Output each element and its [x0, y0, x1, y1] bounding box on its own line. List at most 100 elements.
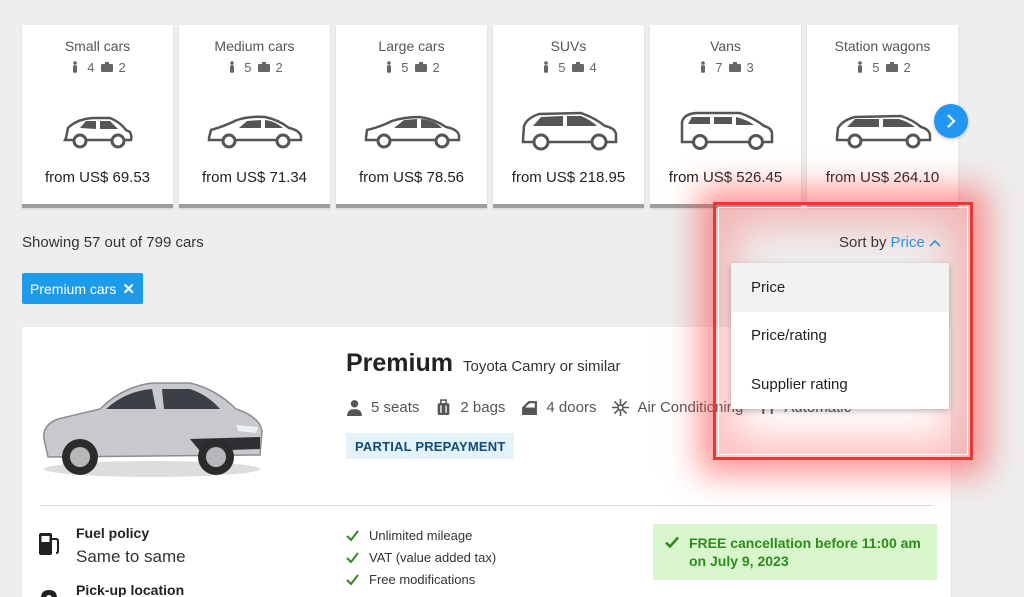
category-price: from US$ 264.10: [825, 169, 940, 186]
check-icon: [346, 529, 359, 541]
category-card-small-cars[interactable]: Small cars 4 2 from US$ 69.53: [22, 25, 173, 208]
bag-icon: [100, 62, 113, 72]
category-price: from US$ 218.95: [511, 169, 626, 186]
check-icon: [346, 551, 359, 563]
list-item: Free modifications: [346, 568, 496, 590]
category-name: Vans: [710, 38, 741, 54]
bag-count: 4: [589, 59, 597, 75]
snowflake-icon: [612, 399, 630, 416]
category-card-large-cars[interactable]: Large cars 5 2 from US$ 78.56: [336, 25, 487, 208]
bag-count: 2: [118, 59, 126, 75]
category-name: Large cars: [378, 38, 445, 54]
category-price: from US$ 71.34: [201, 169, 308, 186]
inclusion-text: VAT (value added tax): [369, 549, 497, 565]
free-cancellation-text: FREE cancellation before 11:00 am on Jul…: [689, 535, 921, 569]
person-icon: [544, 61, 549, 73]
category-specs: 5 4: [493, 59, 644, 75]
carousel-next-button[interactable]: [934, 104, 968, 138]
category-card-suvs[interactable]: SUVs 5 4 from US$ 218.95: [493, 25, 644, 208]
doors-text: 4 doors: [546, 399, 597, 416]
chevron-right-icon: [947, 114, 956, 128]
ac-text: Air Conditioning: [637, 399, 744, 416]
bag-icon: [571, 62, 584, 72]
free-cancellation-notice: FREE cancellation before 11:00 am on Jul…: [653, 524, 937, 580]
check-icon: [665, 536, 679, 548]
feature-seats: 5 seats: [346, 399, 419, 416]
bag-count: 2: [275, 59, 283, 75]
bag-icon: [728, 62, 741, 72]
car-photo: [43, 382, 263, 477]
feature-bags: 2 bags: [435, 399, 505, 416]
sort-value: Price: [890, 234, 925, 251]
person-icon: [347, 400, 362, 416]
seat-count: 5: [244, 59, 252, 75]
person-icon: [73, 61, 78, 73]
check-icon: [346, 573, 359, 585]
prepayment-badge: PARTIAL PREPAYMENT: [346, 433, 515, 459]
car-model: Toyota Camry or similar: [462, 358, 621, 375]
luggage-icon: [438, 399, 450, 415]
bag-count: 2: [432, 59, 440, 75]
feature-ac: Air Conditioning: [612, 399, 743, 416]
category-name: Small cars: [64, 38, 131, 54]
seat-count: 4: [87, 59, 95, 75]
seats-text: 5 seats: [371, 399, 420, 416]
bag-icon: [885, 62, 898, 72]
result-title: Premium Toyota Camry or similar: [346, 349, 621, 378]
category-specs: 5 2: [179, 59, 330, 75]
medium-car-icon: [179, 105, 330, 155]
fuel-policy-label: Fuel policy: [76, 525, 150, 541]
fuel-policy-value: Same to same: [76, 547, 186, 566]
category-specs: 5 2: [336, 59, 487, 75]
category-specs: 4 2: [22, 59, 173, 75]
bag-count: 3: [746, 59, 754, 75]
sort-option-supplier-rating[interactable]: Supplier rating: [731, 360, 949, 409]
category-price: from US$ 78.56: [358, 169, 465, 186]
feature-doors: 4 doors: [521, 399, 596, 416]
car-class: Premium: [346, 349, 453, 377]
list-item: VAT (value added tax): [346, 546, 496, 568]
category-specs: 7 3: [650, 59, 801, 75]
person-icon: [230, 61, 235, 73]
category-name: Medium cars: [214, 38, 295, 54]
category-name: SUVs: [550, 38, 587, 54]
door-icon: [522, 401, 538, 415]
person-icon: [387, 61, 392, 73]
divider: [40, 505, 933, 506]
category-specs: 5 2: [807, 59, 958, 75]
car-category-carousel: Small cars 4 2 from US$ 69.53 Medium car…: [22, 25, 958, 210]
seat-count: 7: [715, 59, 723, 75]
category-card-vans[interactable]: Vans 7 3 from US$ 526.45: [650, 25, 801, 208]
inclusion-text: Free modifications: [369, 571, 476, 587]
results-count: Showing 57 out of 799 cars: [22, 234, 204, 251]
sort-option-price-rating[interactable]: Price/rating: [731, 312, 949, 361]
inclusions-list: Unlimited mileage VAT (value added tax) …: [346, 524, 496, 590]
large-car-icon: [336, 105, 487, 155]
list-item: Unlimited mileage: [346, 524, 496, 546]
fuel-pump-icon: [39, 533, 59, 555]
bag-count: 2: [903, 59, 911, 75]
seat-count: 5: [872, 59, 880, 75]
chevron-up-icon: [929, 239, 941, 247]
suv-icon: [493, 105, 644, 155]
sort-label: Sort by: [839, 234, 887, 251]
category-price: from US$ 69.53: [44, 169, 151, 186]
filter-label: Premium cars: [30, 280, 117, 297]
sort-option-price[interactable]: Price: [731, 263, 949, 312]
van-icon: [650, 105, 801, 155]
inclusion-text: Unlimited mileage: [369, 527, 473, 543]
category-name: Station wagons: [834, 38, 931, 54]
sort-dropdown-menu: Price Price/rating Supplier rating: [731, 263, 949, 409]
person-icon: [858, 61, 863, 73]
active-filter-chip[interactable]: Premium cars ✕: [22, 273, 143, 304]
category-card-medium-cars[interactable]: Medium cars 5 2 from US$ 71.34: [179, 25, 330, 208]
bag-icon: [257, 62, 270, 72]
location-pin-icon: [41, 590, 57, 597]
seat-count: 5: [401, 59, 409, 75]
person-icon: [701, 61, 706, 73]
close-icon[interactable]: ✕: [122, 280, 135, 298]
sort-by-control[interactable]: Sort by Price: [839, 234, 941, 251]
bag-icon: [414, 62, 427, 72]
category-price: from US$ 526.45: [668, 169, 783, 186]
seat-count: 5: [558, 59, 566, 75]
